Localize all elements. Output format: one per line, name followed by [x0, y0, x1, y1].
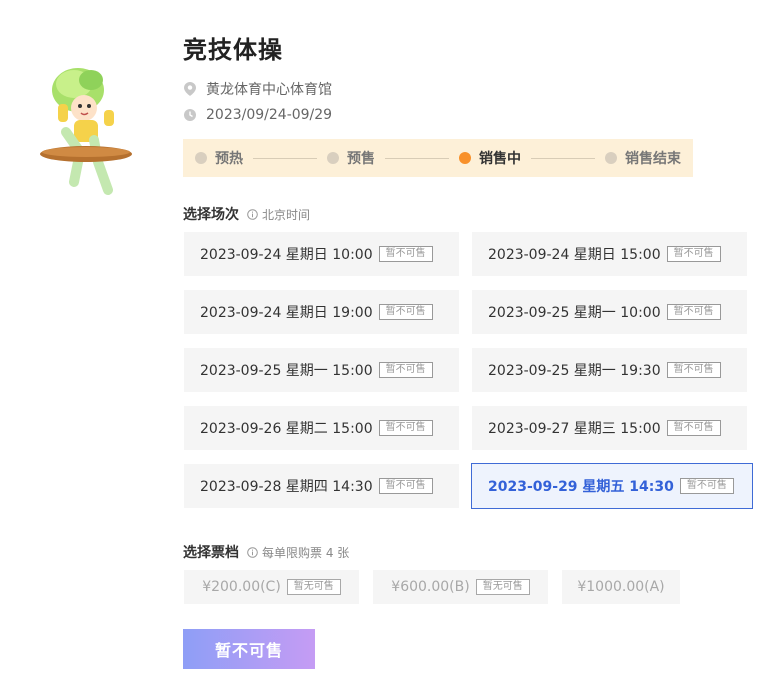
mascot-image: [36, 62, 136, 196]
tickets-section-label: 选择票档: [183, 545, 239, 561]
unavailable-badge: 暂不可售: [378, 420, 433, 436]
sold-out-badge: 暂无可售: [286, 579, 341, 595]
info-icon: [247, 208, 258, 220]
unavailable-badge: 暂不可售: [666, 420, 721, 436]
session-datetime: 2023-09-25 星期一 19:30: [488, 363, 661, 379]
step-dot: [195, 152, 207, 164]
sessions-timezone-hint: 北京时间: [247, 206, 310, 223]
unavailable-badge: 暂不可售: [378, 304, 433, 320]
sale-status-stepper: 预热 预售 销售中 销售结束: [183, 139, 693, 177]
session-datetime: 2023-09-27 星期三 15:00: [488, 421, 661, 437]
clock-icon: [184, 109, 196, 121]
ticket-limit-text: 每单限购票 4 张: [262, 545, 350, 560]
session-datetime: 2023-09-25 星期一 15:00: [200, 363, 373, 379]
unavailable-badge: 暂不可售: [378, 478, 433, 494]
session-datetime: 2023-09-25 星期一 10:00: [488, 305, 661, 321]
step-preheat: 预热: [195, 148, 243, 168]
session-datetime: 2023-09-24 星期日 19:00: [200, 305, 373, 321]
ticket-tier-option[interactable]: ¥1000.00(A): [562, 570, 680, 604]
session-option[interactable]: 2023-09-26 星期二 15:00 暂不可售: [184, 406, 459, 450]
step-dot: [605, 152, 617, 164]
ticket-tier-option[interactable]: ¥600.00(B) 暂无可售: [373, 570, 548, 604]
session-option[interactable]: 2023-09-24 星期日 15:00 暂不可售: [472, 232, 747, 276]
session-option[interactable]: 2023-09-25 星期一 15:00 暂不可售: [184, 348, 459, 392]
venue-text: 黄龙体育中心体育馆: [206, 82, 332, 98]
step-connector: [531, 157, 595, 159]
unavailable-badge: 暂不可售: [378, 362, 433, 378]
session-datetime: 2023-09-26 星期二 15:00: [200, 421, 373, 437]
unavailable-badge: 暂不可售: [666, 246, 721, 262]
location-pin-icon: [184, 82, 196, 96]
step-dot: [327, 152, 339, 164]
session-option[interactable]: 2023-09-24 星期日 19:00 暂不可售: [184, 290, 459, 334]
timezone-hint-text: 北京时间: [262, 207, 311, 222]
ticket-price: ¥1000.00(A): [577, 579, 665, 595]
unavailable-badge: 暂不可售: [679, 478, 734, 494]
unavailable-badge: 暂不可售: [378, 246, 433, 262]
session-datetime: 2023-09-28 星期四 14:30: [200, 479, 373, 495]
step-connector: [385, 157, 449, 159]
step-label: 预售: [347, 151, 375, 167]
sessions-section-header: 选择场次 北京时间: [183, 204, 310, 224]
session-datetime: 2023-09-24 星期日 10:00: [200, 247, 373, 263]
step-presale: 预售: [327, 148, 375, 168]
session-option[interactable]: 2023-09-25 星期一 10:00 暂不可售: [472, 290, 747, 334]
step-connector: [253, 157, 317, 159]
date-text: 2023/09/24-09/29: [206, 107, 333, 123]
event-title: 竞技体操: [183, 36, 283, 64]
step-label: 预热: [215, 151, 243, 167]
info-icon: [247, 546, 258, 558]
step-dot-active: [459, 152, 471, 164]
session-datetime: 2023-09-29 星期五 14:30: [488, 479, 674, 495]
step-label: 销售结束: [625, 151, 681, 167]
buy-button[interactable]: 暂不可售: [183, 629, 315, 669]
venue-row: 黄龙体育中心体育馆: [184, 79, 332, 99]
ticket-price: ¥600.00(B): [391, 579, 470, 595]
tickets-section-header: 选择票档 每单限购票 4 张: [183, 542, 349, 562]
session-option[interactable]: 2023-09-27 星期三 15:00 暂不可售: [472, 406, 747, 450]
date-row: 2023/09/24-09/29: [184, 107, 332, 123]
ticket-tier-option[interactable]: ¥200.00(C) 暂无可售: [184, 570, 359, 604]
step-label: 销售中: [479, 151, 521, 167]
unavailable-badge: 暂不可售: [666, 362, 721, 378]
session-option[interactable]: 2023-09-28 星期四 14:30 暂不可售: [184, 464, 459, 508]
ticket-price: ¥200.00(C): [202, 579, 281, 595]
session-datetime: 2023-09-24 星期日 15:00: [488, 247, 661, 263]
session-option[interactable]: 2023-09-25 星期一 19:30 暂不可售: [472, 348, 747, 392]
sessions-section-label: 选择场次: [183, 207, 239, 223]
session-option[interactable]: 2023-09-24 星期日 10:00 暂不可售: [184, 232, 459, 276]
unavailable-badge: 暂不可售: [666, 304, 721, 320]
ticket-limit-hint: 每单限购票 4 张: [247, 544, 349, 561]
step-sale-ended: 销售结束: [605, 148, 681, 168]
sold-out-badge: 暂无可售: [475, 579, 530, 595]
step-on-sale: 销售中: [459, 148, 521, 168]
session-option-selected[interactable]: 2023-09-29 星期五 14:30 暂不可售: [471, 463, 753, 509]
